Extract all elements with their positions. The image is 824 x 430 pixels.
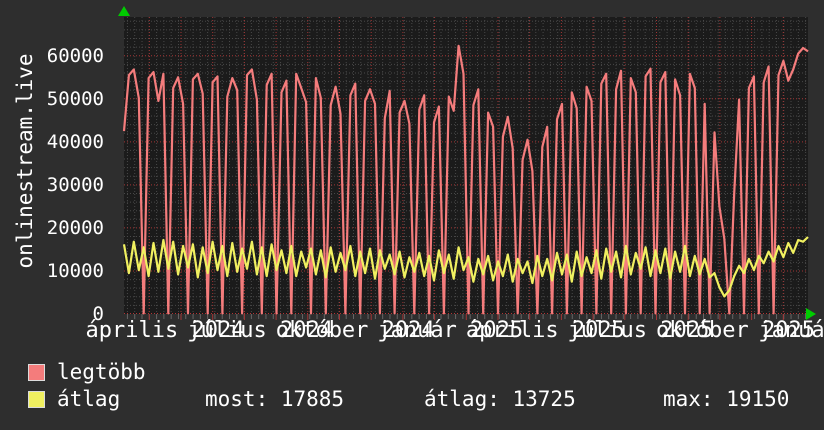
plot-area: [122, 17, 809, 320]
y-tick-label: 20000: [46, 216, 104, 239]
x-tick-label: január 2026: [758, 318, 824, 343]
graph-window: onlinestream.live 0 10000 20000 30000 40000 5…: [0, 0, 824, 430]
y-tick-label: 60000: [46, 44, 104, 67]
stat-atlag: átlag: 13725: [424, 387, 576, 411]
legend-label-atlag: átlag: [57, 387, 121, 411]
y-tick-label: 50000: [46, 87, 104, 110]
y-tick-label: 30000: [46, 173, 104, 196]
y-axis-arrow-icon: [118, 6, 130, 16]
y-tick-label: 10000: [46, 259, 104, 282]
y-tick-label: 40000: [46, 130, 104, 153]
legend-swatch-legtobb: [28, 364, 45, 381]
y-axis-title: onlinestream.live: [13, 53, 37, 269]
legend-label-legtobb: legtöbb: [57, 360, 146, 384]
stat-most: most: 17885: [205, 387, 345, 411]
stat-max: max: 19150: [663, 387, 790, 411]
chart-canvas: [122, 17, 809, 320]
legend-swatch-atlag: [28, 391, 45, 408]
